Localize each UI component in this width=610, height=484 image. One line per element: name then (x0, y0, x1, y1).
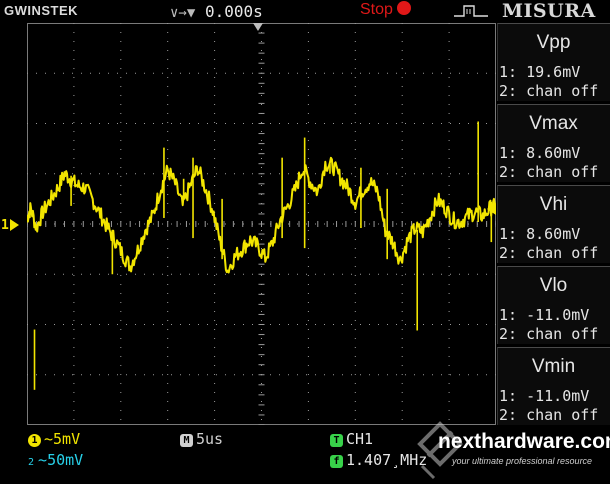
measure-name: Vmax (529, 113, 578, 134)
measure-name: Vhi (539, 194, 568, 215)
stop-indicator-icon (396, 1, 411, 15)
measure-ch1-value: 1: 19.6mV (499, 63, 581, 81)
ch2-scale-value: 50mV (47, 451, 84, 469)
trigger-marker-icon: ∨→▼ (170, 5, 196, 21)
measure-panel-vpp[interactable]: Vpp 1: 19.6mV 2: chan off (497, 23, 610, 101)
measure-ch1-value: 1: -11.0mV (499, 306, 590, 324)
timebase-icon: M (180, 434, 193, 447)
watermark-name: nexthardware.com (438, 430, 610, 453)
trigger-position-readout: ∨→▼ 0.000s (170, 2, 263, 21)
measure-ch2-value: 2: chan off (499, 325, 599, 343)
rising-edge-trigger-icon (454, 5, 488, 17)
measure-panel-vmax[interactable]: Vmax 1: 8.60mV 2: chan off (497, 104, 610, 182)
ch1-trace (27, 156, 496, 274)
measure-panel-vlo[interactable]: Vlo 1: -11.0mV 2: chan off (497, 266, 610, 344)
ch2-scale-readout[interactable]: 2 ~50mV (28, 451, 83, 469)
measure-name: Vpp (536, 32, 571, 53)
trigger-icon: T (330, 434, 343, 447)
ch1-ground-arrow-icon (10, 219, 19, 231)
status-bar: GWINSTEK ∨→▼ 0.000s Stop MISURA (0, 0, 610, 22)
ch1-scale-value: 5mV (53, 430, 81, 448)
trigger-source-readout[interactable]: T CH1 (330, 430, 373, 448)
menu-title: MISURA (502, 0, 596, 22)
measurement-menu: Vpp 1: 19.6mV 2: chan off Vmax 1: 8.60mV… (497, 23, 610, 425)
timebase-readout[interactable]: M 5us (180, 430, 223, 448)
measure-ch2-value: 2: chan off (499, 82, 599, 100)
measure-name: Vlo (539, 275, 568, 296)
timebase-value: 5us (196, 430, 224, 448)
watermark-tagline: your ultimate professional resource (452, 456, 593, 466)
measure-panel-vhi[interactable]: Vhi 1: 8.60mV 2: chan off (497, 185, 610, 263)
trigger-level-marker-icon (487, 203, 496, 215)
brand-logo: GWINSTEK (4, 3, 79, 18)
waveform-display (27, 23, 496, 425)
ch1-scale-readout[interactable]: 1 ~5mV (28, 430, 80, 448)
measure-ch1-value: 1: -11.0mV (499, 387, 590, 405)
measure-ch2-value: 2: chan off (499, 163, 599, 181)
trigger-source-value: CH1 (346, 430, 374, 448)
measure-name: Vmin (531, 356, 576, 377)
trigger-time-marker-icon (253, 23, 263, 31)
trigger-position-value: 0.000s (204, 2, 263, 21)
measure-ch1-value: 1: 8.60mV (499, 144, 581, 162)
waveform-plot (27, 23, 496, 425)
frequency-icon: f (330, 455, 343, 468)
ch1-ground-marker: 1 (1, 218, 9, 233)
run-status-label: Stop (360, 1, 393, 18)
measure-ch1-value: 1: 8.60mV (499, 225, 581, 243)
ch2-badge-icon: 2 (28, 457, 35, 468)
run-status[interactable]: Stop (360, 1, 411, 19)
ch1-badge-icon: 1 (28, 434, 41, 447)
measure-ch2-value: 2: chan off (499, 244, 599, 262)
